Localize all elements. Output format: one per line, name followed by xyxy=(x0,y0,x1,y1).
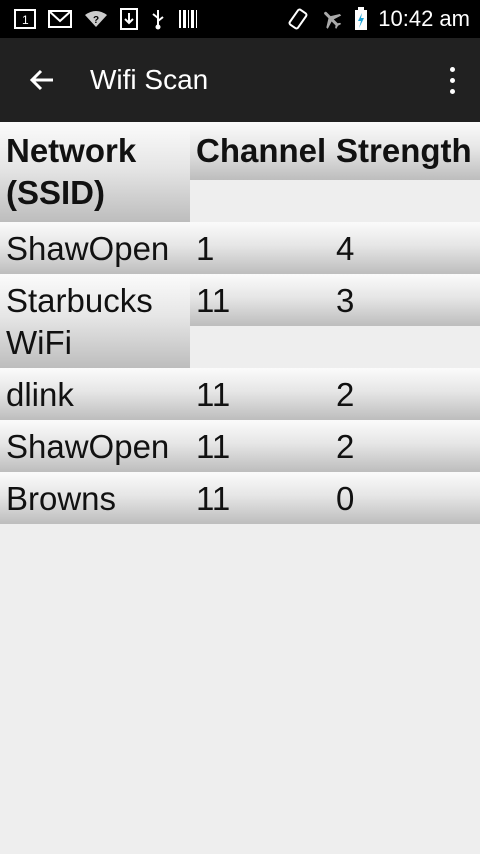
ssid-cell: Browns xyxy=(0,472,190,524)
arrow-left-icon xyxy=(29,69,53,91)
table-row[interactable]: ShawOpen 1 4 xyxy=(0,222,480,274)
status-right-icons: 10:42 am xyxy=(286,0,470,38)
channel-cell: 1 xyxy=(190,222,330,274)
usb-icon xyxy=(150,8,166,30)
overflow-menu-icon xyxy=(449,66,455,72)
svg-text:1: 1 xyxy=(22,13,29,27)
back-button[interactable] xyxy=(22,60,62,100)
header-strength: Strength xyxy=(330,122,480,180)
table-header-row: Network (SSID) Channel Strength xyxy=(0,122,480,222)
header-channel: Channel xyxy=(190,122,330,180)
gmail-icon xyxy=(48,10,72,28)
channel-cell: 11 xyxy=(190,420,330,472)
wifi-question-icon: ? xyxy=(84,10,108,28)
download-icon xyxy=(120,8,138,30)
table-row[interactable]: Browns 11 0 xyxy=(0,472,480,524)
page-title: Wifi Scan xyxy=(90,64,209,95)
table-row[interactable]: Starbucks WiFi 11 3 xyxy=(0,274,480,368)
barcode-icon xyxy=(178,9,198,29)
rotate-icon xyxy=(286,7,310,31)
overflow-menu-button[interactable] xyxy=(442,60,462,100)
airplane-icon xyxy=(320,7,344,31)
table-row[interactable]: ShawOpen 11 2 xyxy=(0,420,480,472)
status-bar: 1 ? 10:42 am xyxy=(0,0,480,38)
status-left-icons: 1 ? xyxy=(14,0,198,38)
strength-cell: 0 xyxy=(330,472,480,524)
action-bar: Wifi Scan xyxy=(0,38,480,122)
ssid-cell: ShawOpen xyxy=(0,222,190,274)
channel-cell: 11 xyxy=(190,274,330,326)
ssid-cell: Starbucks WiFi xyxy=(0,274,190,368)
strength-cell: 2 xyxy=(330,368,480,420)
ssid-cell: dlink xyxy=(0,368,190,420)
header-network: Network (SSID) xyxy=(0,122,190,222)
strength-cell: 2 xyxy=(330,420,480,472)
strength-cell: 3 xyxy=(330,274,480,326)
svg-text:?: ? xyxy=(93,15,99,26)
strength-cell: 4 xyxy=(330,222,480,274)
table-row[interactable]: dlink 11 2 xyxy=(0,368,480,420)
channel-cell: 11 xyxy=(190,472,330,524)
channel-cell: 11 xyxy=(190,368,330,420)
ssid-cell: ShawOpen xyxy=(0,420,190,472)
wifi-table: Network (SSID) Channel Strength ShawOpen… xyxy=(0,122,480,524)
battery-charging-icon xyxy=(354,7,368,31)
status-time: 10:42 am xyxy=(378,6,470,31)
sim-slot-icon: 1 xyxy=(14,9,36,29)
